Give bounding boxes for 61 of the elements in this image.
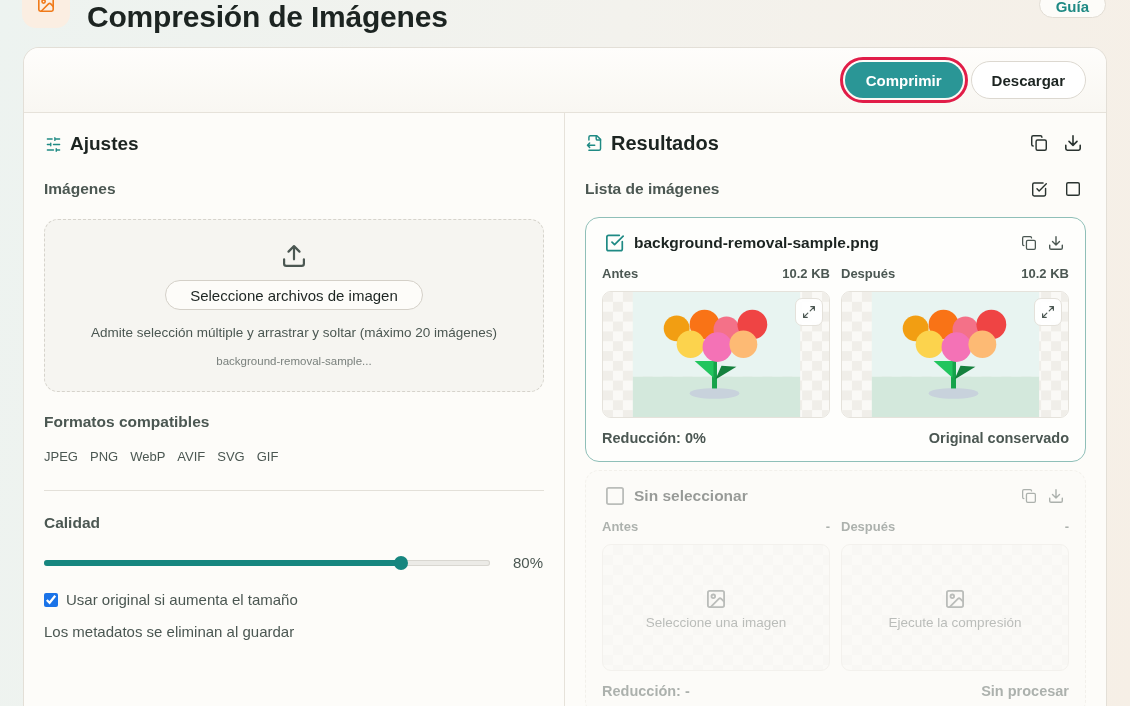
format-label: WebP <box>130 448 166 466</box>
drop-zone[interactable]: Seleccione archivos de imagen Admite selección múltiple y arrastrar y soltar (máximo 20 imágenes) background-removal-sample... <box>44 219 544 392</box>
status-label: Sin procesar <box>981 682 1069 700</box>
pane-label: Antes <box>602 266 639 282</box>
slider-thumb[interactable] <box>393 556 408 570</box>
copy-icon <box>1031 135 1047 151</box>
format-label: JPEG <box>44 448 78 466</box>
expand-icon <box>803 306 815 318</box>
preview-message: Seleccione una imagen <box>645 613 787 632</box>
format-label: GIF <box>256 448 279 466</box>
download-icon <box>1049 236 1063 250</box>
pane-label: Antes <box>602 519 639 535</box>
image-icon <box>38 0 54 12</box>
info-text: Los metadatos se eliminan al guardar <box>44 622 296 642</box>
image-icon <box>946 589 964 608</box>
upload-icon <box>283 245 305 267</box>
download-icon <box>1049 489 1063 503</box>
file-arrow-icon <box>586 135 602 151</box>
select-files-button[interactable]: Seleccione archivos de imagen <box>165 280 423 310</box>
format-label: SVG <box>217 448 245 466</box>
status-label: Original conservado <box>928 429 1069 447</box>
preview-message: Ejecute la compresión <box>888 613 1022 632</box>
file-name: Sin seleccionar <box>634 487 749 505</box>
file-size: - <box>825 519 830 535</box>
page-title: Compresión de Imágenes <box>87 0 448 34</box>
pane-label: Después <box>841 519 896 535</box>
format-label: AVIF <box>177 448 206 466</box>
drop-zone-hint: Admite selección múltiple y arrastrar y soltar (máximo 20 imágenes) <box>91 324 497 342</box>
expand-icon <box>1042 306 1054 318</box>
expand-button[interactable] <box>1034 298 1062 326</box>
square-icon <box>1066 182 1080 196</box>
reduction-label: Reducción: 0% <box>602 429 706 447</box>
copy-icon <box>1022 236 1036 250</box>
slider-value: 80% <box>513 553 544 573</box>
field-label: Formatos compatibles <box>44 412 211 432</box>
quality-slider[interactable] <box>44 556 490 570</box>
reduction-label: Reducción: - <box>602 682 690 700</box>
expand-button[interactable] <box>795 298 823 326</box>
download-icon <box>1065 135 1081 151</box>
guide-button[interactable]: Guía <box>1038 0 1106 18</box>
format-label: PNG <box>89 448 119 466</box>
image-icon <box>707 589 725 608</box>
pane-label: Después <box>841 266 896 282</box>
field-label: Calidad <box>44 513 101 533</box>
checkbox-label: Usar original si aumenta el tamaño <box>66 590 298 610</box>
keep-original-checkbox[interactable] <box>44 593 58 607</box>
section-title: Ajustes <box>70 132 139 156</box>
file-size: 10.2 KB <box>1021 266 1069 282</box>
file-name: background-removal-sample... <box>216 354 372 369</box>
file-size: 10.2 KB <box>782 266 830 282</box>
checked-square-icon <box>1031 181 1047 197</box>
file-size: - <box>1064 519 1069 535</box>
section-title: Resultados <box>611 131 719 156</box>
item-checkbox[interactable] <box>606 234 624 252</box>
copy-icon <box>1022 489 1036 503</box>
sliders-icon <box>46 136 61 152</box>
result-card[interactable]: background-removal-sample.png Antes 10.2 KB Después 10.2 KB Reducción: 0% Original conservado <box>585 217 1086 462</box>
file-name: background-removal-sample.png <box>634 234 880 252</box>
download-button[interactable]: Descargar <box>970 61 1086 99</box>
field-label: Imágenes <box>44 179 117 199</box>
list-label: Lista de imágenes <box>585 180 720 198</box>
